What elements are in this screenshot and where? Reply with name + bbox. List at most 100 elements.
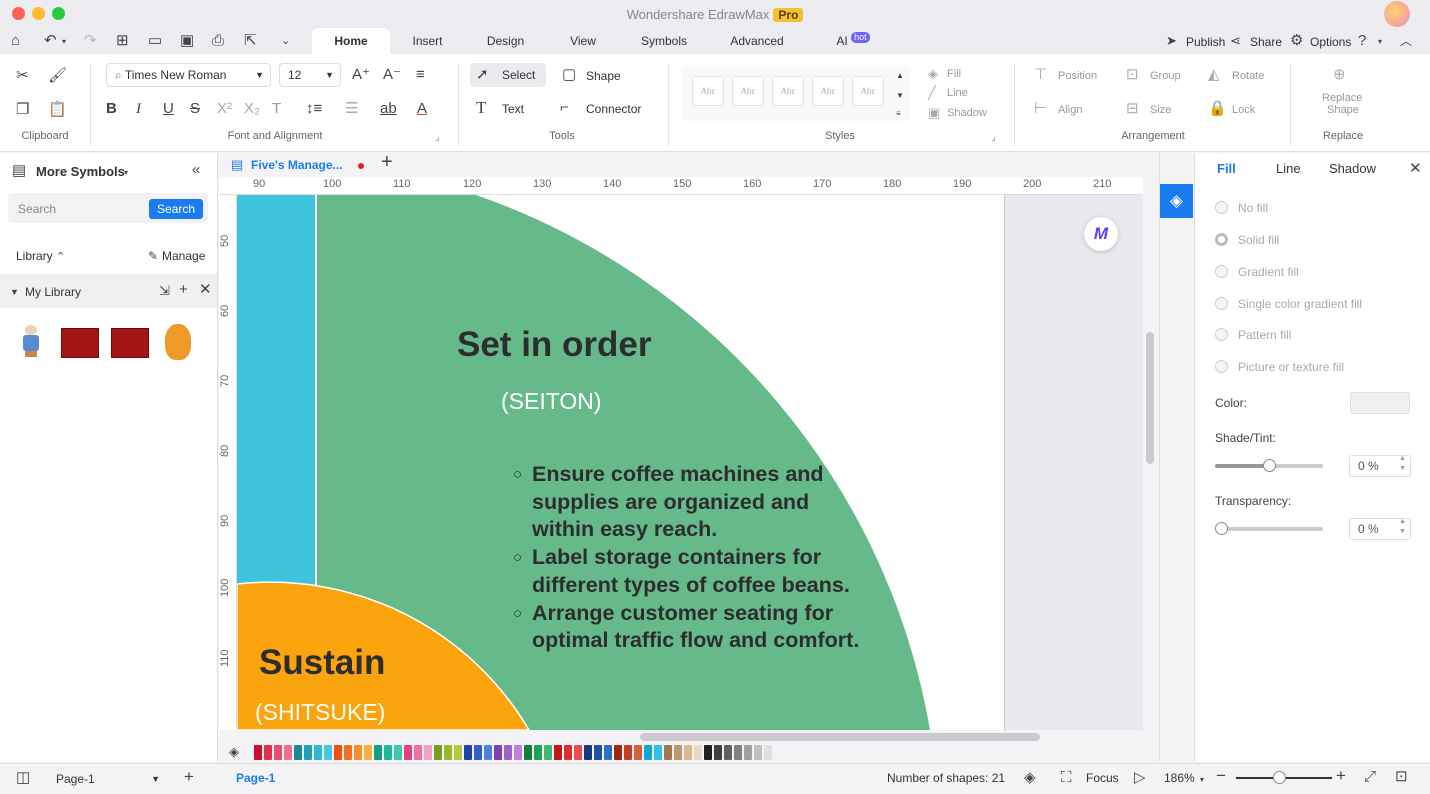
- position-button[interactable]: Position: [1058, 68, 1097, 84]
- ai-assistant-icon[interactable]: M: [1084, 217, 1118, 251]
- color-swatch[interactable]: [494, 745, 502, 760]
- layers-icon[interactable]: ◈: [1024, 770, 1036, 786]
- transparency-input[interactable]: 0 % ▲ ▼: [1349, 518, 1411, 540]
- scroll-down-icon[interactable]: ▼: [896, 88, 904, 104]
- cyan-segment[interactable]: [237, 195, 316, 595]
- superscript-icon[interactable]: X²: [217, 101, 232, 117]
- vertical-scrollbar[interactable]: [1146, 332, 1154, 464]
- library-symbol-red-box-1[interactable]: [61, 328, 99, 358]
- color-swatch[interactable]: [604, 745, 612, 760]
- library-symbol-red-box-2[interactable]: [111, 328, 149, 358]
- export-icon[interactable]: ⇱: [244, 33, 257, 49]
- color-swatch[interactable]: [664, 745, 672, 760]
- expand-icon[interactable]: ⌟: [435, 130, 440, 146]
- connector-icon[interactable]: ⌐: [560, 100, 569, 116]
- publish-icon[interactable]: ➤: [1166, 33, 1177, 49]
- size-button[interactable]: Size: [1150, 102, 1171, 118]
- color-swatch[interactable]: [294, 745, 302, 760]
- more-styles-icon[interactable]: ≡: [896, 106, 901, 122]
- color-swatch[interactable]: [284, 745, 292, 760]
- replace-shape-button[interactable]: Replace: [1322, 92, 1362, 104]
- page-view-icon[interactable]: ◫: [16, 770, 30, 786]
- close-icon[interactable]: ✕: [1409, 161, 1422, 177]
- color-picker[interactable]: [1350, 392, 1410, 414]
- chevron-down-icon[interactable]: ▾: [124, 165, 128, 181]
- undo-icon[interactable]: ↶: [44, 33, 57, 49]
- group-button[interactable]: Group: [1150, 68, 1181, 84]
- replace-shape-icon[interactable]: ⊕: [1333, 67, 1346, 83]
- gear-icon[interactable]: ⚙: [1290, 33, 1303, 49]
- increase-font-icon[interactable]: A⁺: [352, 67, 370, 83]
- color-swatch[interactable]: [274, 745, 282, 760]
- picture-fill-radio[interactable]: [1215, 360, 1228, 373]
- color-swatch[interactable]: [654, 745, 662, 760]
- avatar[interactable]: [1384, 1, 1410, 27]
- chevron-down-icon[interactable]: ▾: [62, 34, 66, 50]
- pattern-fill-radio[interactable]: [1215, 328, 1228, 341]
- zoom-out-icon[interactable]: −: [1216, 767, 1226, 784]
- tab-fill[interactable]: Fill: [1217, 161, 1236, 177]
- color-swatch[interactable]: [454, 745, 462, 760]
- publish-button[interactable]: Publish: [1186, 34, 1225, 50]
- color-swatch[interactable]: [314, 745, 322, 760]
- tab-line[interactable]: Line: [1276, 161, 1301, 177]
- horizontal-scrollbar[interactable]: [640, 733, 1040, 741]
- color-swatch[interactable]: [444, 745, 452, 760]
- collapse-up-icon[interactable]: ⌃: [56, 249, 65, 265]
- transparency-slider[interactable]: [1215, 527, 1323, 531]
- color-swatch[interactable]: [694, 745, 702, 760]
- shade-tint-knob[interactable]: [1263, 459, 1276, 472]
- color-swatch[interactable]: [394, 745, 402, 760]
- fit-page-icon[interactable]: ⤢: [1364, 769, 1376, 785]
- position-icon[interactable]: ⊤: [1034, 67, 1047, 83]
- gradient-fill-radio[interactable]: [1215, 265, 1228, 278]
- color-swatch[interactable]: [744, 745, 752, 760]
- share-icon[interactable]: ⋖: [1230, 33, 1241, 49]
- color-swatch[interactable]: [574, 745, 582, 760]
- single-color-gradient-radio[interactable]: [1215, 297, 1228, 310]
- align-objects-icon[interactable]: ⊢: [1034, 101, 1047, 117]
- align-button[interactable]: Align: [1058, 102, 1082, 118]
- connector-button[interactable]: Connector: [586, 101, 641, 117]
- tab-advanced[interactable]: Advanced: [722, 28, 792, 54]
- focus-icon[interactable]: ⛶: [1061, 770, 1072, 786]
- tab-home[interactable]: Home: [312, 28, 390, 54]
- save-icon[interactable]: ▣: [180, 33, 194, 49]
- underline-icon[interactable]: U: [163, 101, 174, 117]
- color-swatch[interactable]: [704, 745, 712, 760]
- color-swatch[interactable]: [404, 745, 412, 760]
- no-fill-radio[interactable]: [1215, 201, 1228, 214]
- line-spacing-icon[interactable]: ↕≡: [306, 101, 322, 117]
- color-swatch[interactable]: [754, 745, 762, 760]
- color-swatch[interactable]: [374, 745, 382, 760]
- paste-icon[interactable]: 📋: [48, 102, 67, 118]
- style-preset-4[interactable]: Abc: [812, 76, 844, 106]
- new-tab-icon[interactable]: +: [381, 152, 393, 172]
- subscript-icon[interactable]: X₂: [244, 101, 260, 117]
- chevron-down-icon[interactable]: ▾: [1378, 34, 1382, 50]
- color-swatch[interactable]: [434, 745, 442, 760]
- highlight-icon[interactable]: ab: [380, 101, 397, 117]
- page-select[interactable]: Page-1 ▼: [48, 768, 166, 790]
- color-swatch[interactable]: [734, 745, 742, 760]
- lock-icon[interactable]: 🔒: [1208, 101, 1227, 117]
- select-button[interactable]: ➚ Select: [470, 63, 546, 87]
- color-swatch[interactable]: [504, 745, 512, 760]
- size-icon[interactable]: ⊟: [1126, 101, 1139, 117]
- library-symbol-character[interactable]: [165, 324, 191, 360]
- color-swatch[interactable]: [624, 745, 632, 760]
- italic-icon[interactable]: I: [136, 101, 141, 117]
- decrease-font-icon[interactable]: A⁻: [383, 67, 401, 83]
- my-library-header[interactable]: ▼ My Library ⇲ + ✕: [0, 274, 217, 308]
- collapse-ribbon-icon[interactable]: ︿: [1400, 33, 1412, 49]
- zoom-level[interactable]: 186%: [1164, 771, 1195, 785]
- fill-panel-icon[interactable]: ◈: [1160, 184, 1193, 218]
- shadow-icon[interactable]: ▣: [928, 105, 940, 121]
- font-size-select[interactable]: 12 ▼: [279, 63, 341, 87]
- print-icon[interactable]: ⎙: [212, 33, 224, 49]
- font-family-select[interactable]: ⌕ Times New Roman ▼: [106, 63, 271, 87]
- color-swatch[interactable]: [724, 745, 732, 760]
- color-swatch[interactable]: [364, 745, 372, 760]
- add-page-icon[interactable]: +: [184, 768, 194, 785]
- color-swatch[interactable]: [714, 745, 722, 760]
